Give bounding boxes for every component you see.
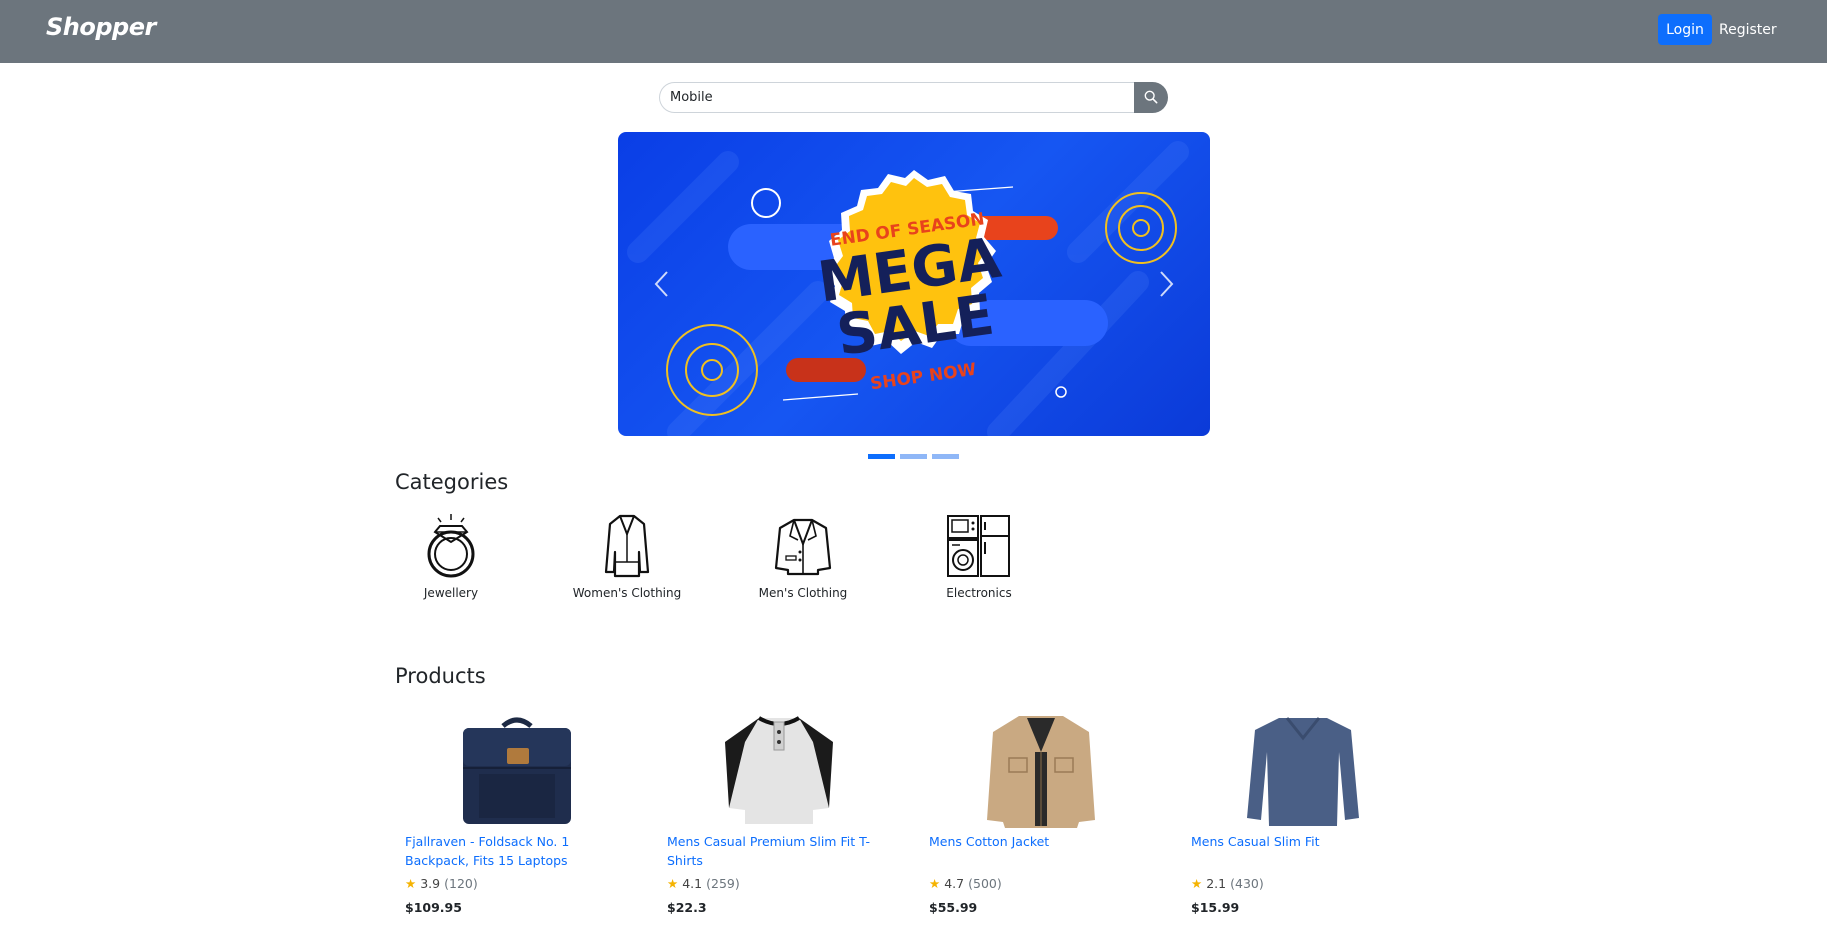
product-rating: ★ 4.7 (500) bbox=[929, 876, 1002, 891]
product-price: $55.99 bbox=[929, 900, 978, 915]
register-button[interactable]: Register bbox=[1719, 14, 1777, 45]
category-label: Jewellery bbox=[423, 586, 479, 600]
carousel-indicator-2[interactable] bbox=[900, 454, 927, 459]
products-heading: Products bbox=[395, 664, 486, 688]
category-jewellery[interactable]: Jewellery bbox=[376, 512, 526, 602]
product-image-tshirt[interactable] bbox=[721, 712, 837, 828]
product-title[interactable]: Mens Cotton Jacket bbox=[929, 832, 1161, 851]
product-rating: ★ 4.1 (259) bbox=[667, 876, 740, 891]
banner-line4: SHOP NOW bbox=[869, 360, 978, 395]
product-rating: ★ 2.1 (430) bbox=[1191, 876, 1264, 891]
product-card[interactable]: Mens Casual Premium Slim Fit T-Shirts ★ 4… bbox=[667, 712, 907, 922]
rating-value: 2.1 bbox=[1206, 876, 1227, 891]
top-navbar: Shopper Login Register bbox=[0, 0, 1827, 63]
category-label: Women's Clothing bbox=[572, 586, 682, 600]
star-icon: ★ bbox=[405, 876, 417, 891]
rating-count: (120) bbox=[444, 876, 478, 891]
carousel-indicator-3[interactable] bbox=[932, 454, 959, 459]
login-button[interactable]: Login bbox=[1658, 14, 1712, 45]
product-image-jacket[interactable] bbox=[983, 712, 1099, 828]
rating-value: 4.7 bbox=[944, 876, 965, 891]
product-price: $22.3 bbox=[667, 900, 707, 915]
product-card[interactable]: Fjallraven - Foldsack No. 1 Backpack, Fi… bbox=[405, 712, 645, 922]
star-icon: ★ bbox=[1191, 876, 1203, 891]
category-mens-clothing[interactable]: Men's Clothing bbox=[728, 512, 878, 602]
product-price: $15.99 bbox=[1191, 900, 1240, 915]
star-icon: ★ bbox=[929, 876, 941, 891]
product-image-backpack[interactable] bbox=[459, 712, 575, 828]
mega-sale-banner: END OF SEASON MEGA SALE SHOP NOW bbox=[627, 141, 1189, 436]
search-bar bbox=[659, 82, 1168, 113]
rating-value: 3.9 bbox=[420, 876, 441, 891]
search-button[interactable] bbox=[1134, 82, 1168, 113]
search-icon bbox=[1144, 90, 1158, 104]
product-card[interactable]: Mens Casual Slim Fit ★ 2.1 (430) $15.99 bbox=[1191, 712, 1431, 922]
product-price: $109.95 bbox=[405, 900, 462, 915]
chevron-left-icon bbox=[654, 271, 668, 297]
coat-icon bbox=[604, 514, 650, 578]
category-womens-clothing[interactable]: Women's Clothing bbox=[552, 512, 702, 602]
category-label: Electronics bbox=[946, 586, 1012, 600]
appliances-icon bbox=[947, 515, 1010, 577]
product-title[interactable]: Fjallraven - Foldsack No. 1 Backpack, Fi… bbox=[405, 832, 637, 870]
rating-count: (259) bbox=[706, 876, 740, 891]
ring-icon bbox=[427, 514, 475, 578]
category-label: Men's Clothing bbox=[758, 586, 848, 600]
search-input[interactable] bbox=[659, 82, 1134, 113]
rating-value: 4.1 bbox=[682, 876, 703, 891]
carousel-indicator-1[interactable] bbox=[868, 454, 895, 459]
chevron-right-icon bbox=[1160, 271, 1174, 297]
product-title[interactable]: Mens Casual Premium Slim Fit T-Shirts bbox=[667, 832, 899, 870]
carousel-prev-button[interactable] bbox=[650, 266, 674, 302]
promo-carousel[interactable]: END OF SEASON MEGA SALE SHOP NOW bbox=[618, 132, 1210, 436]
brand-logo[interactable]: Shopper bbox=[46, 13, 156, 41]
blazer-icon bbox=[774, 518, 832, 576]
carousel-indicators bbox=[868, 454, 960, 460]
carousel-next-button[interactable] bbox=[1154, 266, 1178, 302]
rating-count: (500) bbox=[968, 876, 1002, 891]
product-card[interactable]: Mens Cotton Jacket ★ 4.7 (500) $55.99 bbox=[929, 712, 1169, 922]
categories-heading: Categories bbox=[395, 470, 509, 494]
product-title[interactable]: Mens Casual Slim Fit bbox=[1191, 832, 1423, 851]
star-icon: ★ bbox=[667, 876, 679, 891]
category-electronics[interactable]: Electronics bbox=[904, 512, 1054, 602]
product-rating: ★ 3.9 (120) bbox=[405, 876, 478, 891]
rating-count: (430) bbox=[1230, 876, 1264, 891]
product-image-longsleeve[interactable] bbox=[1245, 712, 1361, 828]
